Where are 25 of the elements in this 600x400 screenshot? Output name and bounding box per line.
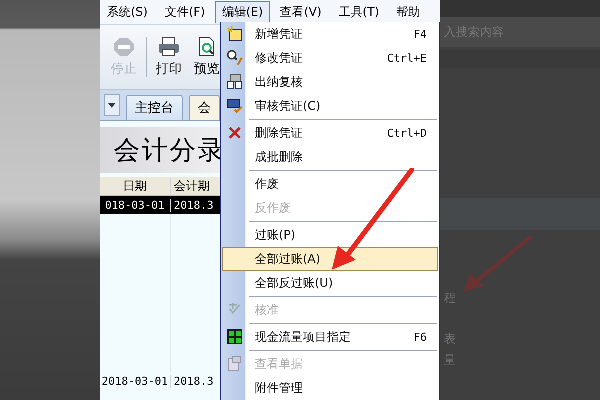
column-header: 日期	[100, 178, 171, 194]
menu-item-label: 反作废	[254, 200, 292, 216]
menu-item-label: 核准	[254, 302, 280, 318]
menu-item-label: 现金流量项目指定	[254, 328, 352, 346]
shortcut-label: F6	[414, 330, 428, 344]
menu-item-label: 过账(P)	[254, 226, 297, 244]
menu-item-label: 作废	[254, 176, 280, 192]
menu-item-label: 查看单据	[254, 356, 304, 372]
menu-item-label: 删除凭证	[254, 124, 304, 142]
menu-item-label: 成批删除	[254, 148, 304, 166]
table-cell-text: 2018.3	[173, 198, 214, 212]
shortcut-label: Ctrl+E	[387, 52, 428, 64]
table-cell: 2018-03-01	[100, 374, 171, 388]
column-header: 会计期	[173, 178, 210, 194]
menu-item-label: 审核凭证(C)	[254, 98, 322, 114]
menu-item-label: 附件管理	[254, 380, 304, 396]
table-cell-text: 2018.3	[173, 374, 214, 388]
shortcut-label: F4	[414, 28, 428, 40]
table-cell: 018-03-01	[100, 198, 171, 212]
menu-item-label: 全部过账(A)	[254, 250, 322, 268]
menu-item-label: 修改凭证	[254, 50, 304, 66]
menu-item-label: 新增凭证	[254, 26, 304, 42]
menu-item-label: 出纳复核	[254, 74, 304, 90]
menu-item-label: 全部反过账(U)	[254, 274, 334, 292]
shortcut-label: Ctrl+D	[387, 126, 428, 140]
